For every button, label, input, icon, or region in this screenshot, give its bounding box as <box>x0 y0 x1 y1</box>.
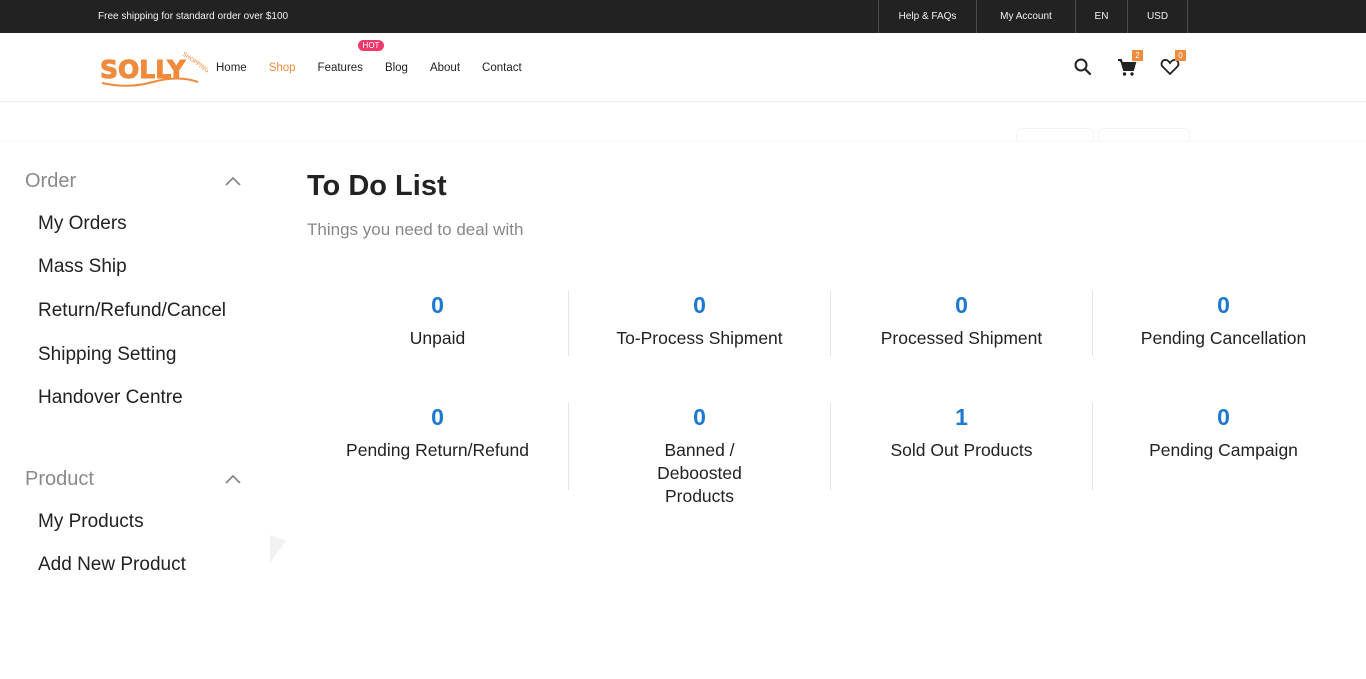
stat-value: 0 <box>693 292 706 318</box>
sidebar-item-shipping-setting[interactable]: Shipping Setting <box>38 344 176 366</box>
hot-badge: HOT <box>357 39 385 51</box>
main-nav: Home Shop Features HOT Blog About Contac… <box>216 33 544 102</box>
nav-features[interactable]: Features HOT <box>317 39 385 74</box>
search-icon[interactable] <box>1072 56 1094 78</box>
stat-value: 0 <box>955 292 968 318</box>
header-fragment <box>1098 128 1190 140</box>
stat-label: Pending Return/Refund <box>346 440 529 460</box>
promo-text: Free shipping for standard order over $1… <box>98 11 289 22</box>
stat-label: Pending Campaign <box>1149 440 1298 460</box>
sidebar-edge <box>270 535 286 563</box>
nav-home[interactable]: Home <box>216 62 247 74</box>
cart-icon[interactable]: 2 <box>1116 50 1143 78</box>
site-header: SOLLY SHOPPING Home Shop Features HOT Bl… <box>0 33 1366 102</box>
page-subtitle: Things you need to deal with <box>307 220 524 239</box>
top-links: Help & FAQs My Account EN USD <box>878 0 1188 33</box>
stat-processed-shipment[interactable]: 0 Processed Shipment <box>831 290 1092 350</box>
language-selector[interactable]: EN <box>1075 0 1127 33</box>
nav-blog[interactable]: Blog <box>385 62 408 74</box>
heart-icon[interactable]: 0 <box>1159 50 1186 78</box>
header-fragment <box>1016 128 1094 140</box>
stat-pending-cancellation[interactable]: 0 Pending Cancellation <box>1093 290 1354 350</box>
wishlist-count-badge: 0 <box>1175 50 1186 61</box>
divider <box>568 403 569 490</box>
divider <box>830 403 831 490</box>
divider <box>1092 291 1093 356</box>
sidebar-section-product[interactable]: Product <box>25 468 94 491</box>
top-bar: Free shipping for standard order over $1… <box>0 0 1366 33</box>
stat-label: Processed Shipment <box>880 328 1043 348</box>
page-title: To Do List <box>307 170 447 202</box>
stat-value: 1 <box>955 404 968 430</box>
nav-shop[interactable]: Shop <box>269 62 296 74</box>
divider <box>830 291 831 356</box>
sidebar-item-my-products[interactable]: My Products <box>38 511 144 533</box>
sidebar-item-my-orders[interactable]: My Orders <box>38 213 127 235</box>
nav-about[interactable]: About <box>430 62 460 74</box>
nav-contact[interactable]: Contact <box>482 62 522 74</box>
chevron-up-icon[interactable] <box>224 472 242 484</box>
stat-value: 0 <box>431 292 444 318</box>
sidebar-item-return-refund-cancel[interactable]: Return/Refund/Cancel <box>38 300 226 322</box>
header-icons: 2 0 <box>1072 50 1186 79</box>
divider <box>1092 403 1093 490</box>
stat-label: Pending Cancellation <box>1140 328 1307 348</box>
logo-wordmark: SOLLY <box>100 55 186 84</box>
stat-pending-campaign[interactable]: 0 Pending Campaign <box>1093 402 1354 462</box>
stat-value: 0 <box>431 404 444 430</box>
stat-label: Sold Out Products <box>890 440 1033 460</box>
sidebar-item-handover-centre[interactable]: Handover Centre <box>38 387 183 409</box>
nav-features-label: Features <box>317 61 363 74</box>
sidebar-item-add-new-product[interactable]: Add New Product <box>38 554 186 576</box>
stat-label: Banned / Deboosted Products <box>657 440 742 506</box>
stat-value: 0 <box>693 404 706 430</box>
logo[interactable]: SOLLY SHOPPING <box>98 45 211 89</box>
my-account-link[interactable]: My Account <box>976 0 1075 33</box>
divider <box>568 291 569 356</box>
sidebar-item-mass-ship[interactable]: Mass Ship <box>38 256 127 278</box>
stat-pending-return-refund[interactable]: 0 Pending Return/Refund <box>307 402 568 462</box>
stat-value: 0 <box>1217 292 1230 318</box>
help-faqs-link[interactable]: Help & FAQs <box>878 0 976 33</box>
cart-count-badge: 2 <box>1132 50 1143 61</box>
stat-unpaid[interactable]: 0 Unpaid <box>307 290 568 350</box>
chevron-up-icon[interactable] <box>224 174 242 186</box>
sidebar-section-order[interactable]: Order <box>25 170 76 193</box>
stat-banned-deboosted-products[interactable]: 0 Banned / Deboosted Products <box>569 402 830 508</box>
stat-to-process-shipment[interactable]: 0 To-Process Shipment <box>569 290 830 350</box>
stat-value: 0 <box>1217 404 1230 430</box>
stat-label: Unpaid <box>409 328 466 348</box>
stat-sold-out-products[interactable]: 1 Sold Out Products <box>831 402 1092 462</box>
stat-label: To-Process Shipment <box>616 328 783 348</box>
sidebar: Order My Orders Mass Ship Return/Refund/… <box>0 142 270 602</box>
currency-selector[interactable]: USD <box>1127 0 1188 33</box>
